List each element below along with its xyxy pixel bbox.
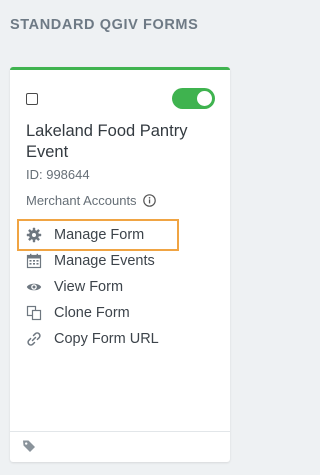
link-icon	[26, 331, 42, 347]
form-status-toggle[interactable]	[172, 88, 215, 109]
form-id: ID: 998644	[26, 167, 90, 182]
info-icon[interactable]	[142, 194, 156, 207]
toggle-knob	[197, 91, 212, 106]
view-form-link[interactable]: View Form	[26, 274, 176, 300]
merchant-accounts-label: Merchant Accounts	[26, 193, 137, 208]
form-actions: Manage Form Manage Events View Form Clon…	[17, 219, 179, 352]
copy-form-url-label: Copy Form URL	[54, 331, 159, 347]
calendar-icon	[26, 253, 42, 269]
manage-events-link[interactable]: Manage Events	[26, 248, 176, 274]
eye-icon	[26, 279, 42, 295]
copy-form-url-link[interactable]: Copy Form URL	[26, 326, 176, 352]
view-form-label: View Form	[54, 279, 124, 295]
section-title: STANDARD QGIV FORMS	[10, 17, 199, 33]
clone-form-link[interactable]: Clone Form	[26, 300, 176, 326]
clone-icon	[26, 305, 42, 321]
select-form-checkbox[interactable]	[26, 93, 38, 105]
tag-icon[interactable]	[22, 439, 36, 458]
manage-events-label: Manage Events	[54, 253, 155, 269]
manage-form-label: Manage Form	[54, 227, 145, 243]
manage-form-link[interactable]: Manage Form	[17, 219, 179, 251]
merchant-accounts: Merchant Accounts	[26, 193, 156, 208]
form-name: Lakeland Food Pantry Event	[26, 122, 188, 161]
card-footer	[10, 431, 230, 462]
clone-form-label: Clone Form	[54, 305, 130, 321]
gear-icon	[26, 227, 42, 243]
form-card: Lakeland Food Pantry Event ID: 998644 Me…	[10, 67, 230, 462]
